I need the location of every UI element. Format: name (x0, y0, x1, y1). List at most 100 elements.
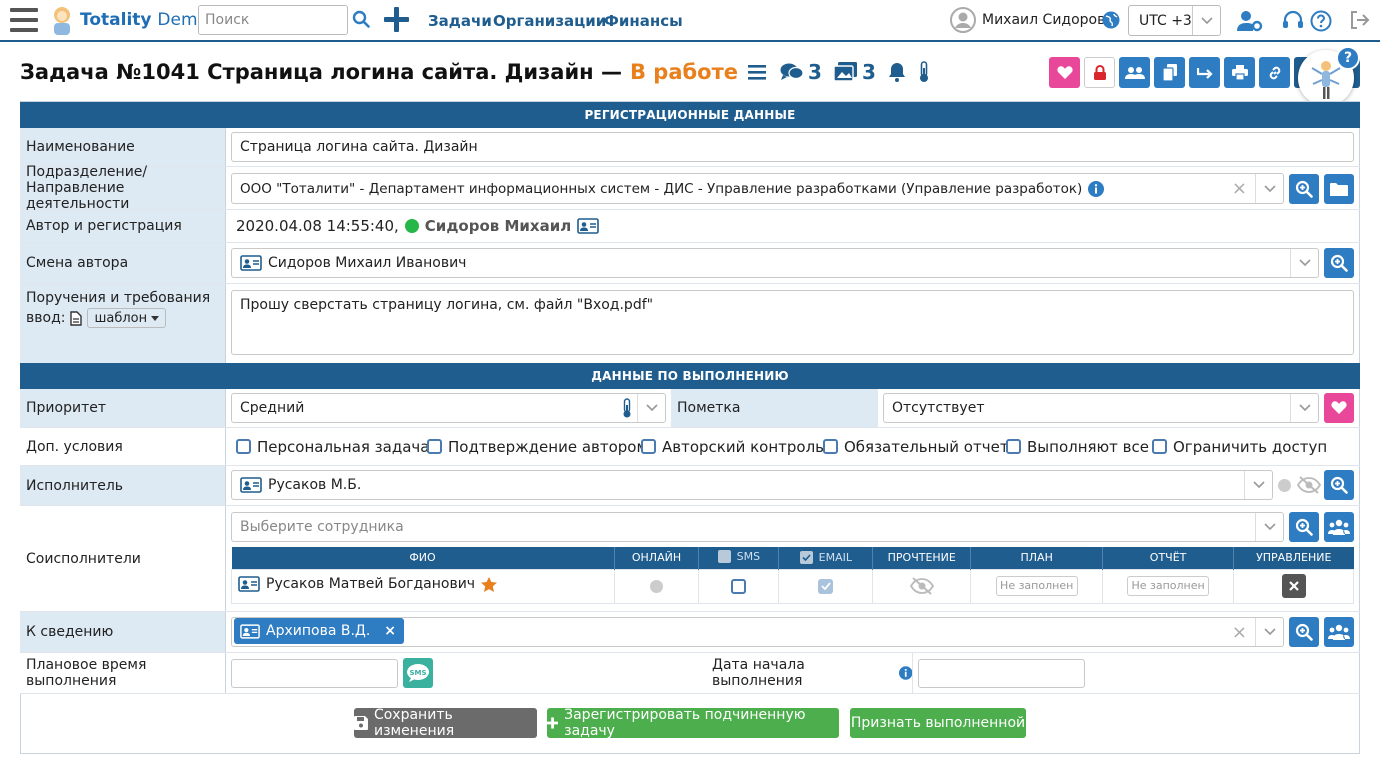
save-button[interactable]: Сохранить изменения (354, 707, 537, 739)
sms-button[interactable]: SMS (403, 658, 433, 688)
remove-button[interactable] (1281, 574, 1306, 598)
option-author-control[interactable]: Авторский контроль (641, 428, 824, 465)
chevron-down-icon[interactable] (1255, 174, 1283, 203)
option-personal-task[interactable]: Персональная задача (236, 428, 429, 465)
col-sms[interactable]: SMS (698, 547, 780, 569)
chevron-down-icon[interactable] (1255, 618, 1283, 646)
menu-icon[interactable] (10, 7, 38, 33)
contact-card-icon[interactable] (238, 576, 260, 592)
zoom-icon (1295, 623, 1313, 641)
print-button[interactable] (1224, 57, 1255, 88)
files-counter[interactable]: 3 (833, 60, 876, 84)
lock-button[interactable] (1084, 57, 1115, 88)
logout-icon[interactable] (1350, 11, 1370, 29)
link-button[interactable] (1259, 57, 1290, 88)
change-author-search-button[interactable] (1324, 248, 1354, 278)
info-icon[interactable] (1088, 180, 1105, 197)
priority-label: Приоритет (20, 389, 226, 427)
checkbox[interactable] (641, 439, 656, 454)
department-search-button[interactable] (1289, 174, 1319, 204)
timezone-value: UTC +3 (1139, 12, 1192, 29)
executor-search-button[interactable] (1324, 470, 1354, 500)
contact-card-icon[interactable] (577, 218, 600, 234)
timezone-select[interactable]: UTC +3 (1128, 5, 1221, 36)
checkbox[interactable] (236, 439, 251, 454)
chevron-down-icon[interactable] (1290, 394, 1318, 422)
report-input[interactable]: Не заполнен (1127, 576, 1210, 596)
checkbox[interactable] (1152, 439, 1167, 454)
nav-organizations[interactable]: Организации (493, 12, 606, 30)
participants-button[interactable] (1119, 57, 1150, 88)
comments-counter[interactable]: 3 (780, 60, 822, 84)
option-required-report[interactable]: Обязательный отчет (823, 428, 1009, 465)
user-menu[interactable]: Михаил Сидоров (950, 7, 1105, 33)
department-folder-button[interactable] (1324, 174, 1354, 204)
name-input[interactable]: Страница логина сайта. Дизайн (231, 132, 1354, 162)
option-author-confirmation[interactable]: Подтверждение автором (427, 428, 648, 465)
list-icon[interactable] (748, 64, 767, 80)
search-icon[interactable] (352, 10, 370, 28)
thermometer-icon[interactable] (918, 61, 930, 83)
document-icon[interactable] (70, 310, 83, 326)
coexec-select[interactable]: Выберите сотрудника (231, 512, 1284, 542)
priority-select[interactable]: Средний (231, 393, 666, 423)
help-icon[interactable] (1310, 10, 1332, 32)
coexec-name-cell: Русаков Матвей Богданович (231, 568, 615, 604)
bell-icon[interactable] (888, 62, 906, 82)
clear-icon[interactable]: × (1232, 622, 1247, 643)
nav-finance[interactable]: Финансы (604, 12, 683, 30)
executor-select[interactable]: Русаков М.Б. (231, 470, 1273, 500)
forward-button[interactable] (1189, 57, 1220, 88)
remove-tag-icon[interactable]: × (384, 623, 396, 639)
chevron-down-icon[interactable] (1290, 249, 1318, 277)
info-group-button[interactable] (1324, 617, 1354, 647)
instructions-textarea[interactable]: Прошу сверстать страницу логина, см. фай… (231, 290, 1354, 355)
globe-icon[interactable] (1102, 11, 1120, 29)
nav-tasks[interactable]: Задачи (428, 12, 492, 30)
checkbox[interactable] (717, 549, 731, 563)
search-input[interactable] (198, 5, 348, 35)
star-icon[interactable] (481, 576, 498, 592)
register-subtask-button[interactable]: Зарегистрировать подчиненную задачу (547, 707, 839, 739)
mark-select[interactable]: Отсутствует (883, 393, 1319, 423)
change-author-select[interactable]: Сидоров Михаил Иванович (231, 248, 1319, 278)
email-checkbox[interactable] (818, 578, 834, 594)
info-icon[interactable] (898, 666, 912, 680)
department-select[interactable]: ООО "Тоталити" - Департамент информацион… (231, 173, 1284, 204)
option-label: Ограничить доступ (1173, 437, 1328, 456)
plan-input[interactable]: Не заполнен (995, 576, 1078, 596)
chevron-down-icon[interactable] (1255, 513, 1283, 541)
logo[interactable]: Totality Demo (48, 5, 208, 35)
mark-done-button[interactable]: Признать выполненной (850, 708, 1026, 738)
thermometer-icon (623, 398, 631, 418)
plan-time-input[interactable] (231, 659, 398, 688)
start-date-input[interactable] (918, 659, 1085, 688)
checkbox[interactable] (823, 439, 838, 454)
user-settings-icon[interactable] (1237, 10, 1263, 32)
offline-status-icon (649, 579, 663, 593)
checkbox[interactable] (427, 439, 442, 454)
support-icon[interactable] (1282, 10, 1304, 32)
col-email[interactable]: EMAIL (778, 547, 874, 569)
chevron-down-icon[interactable] (637, 394, 665, 422)
checkbox[interactable] (1006, 439, 1021, 454)
row-author: Автор и регистрация 2020.04.08 14:55:40,… (20, 210, 1360, 243)
mark-color-button[interactable] (1324, 393, 1354, 423)
option-all-execute[interactable]: Выполняют все (1006, 428, 1149, 465)
copy-button[interactable] (1154, 57, 1185, 88)
option-restrict-access[interactable]: Ограничить доступ (1152, 428, 1327, 465)
coexec-group-button[interactable] (1324, 512, 1354, 542)
clear-icon[interactable]: × (1232, 178, 1247, 199)
info-tag[interactable]: Архипова В.Д. × (234, 618, 405, 644)
add-icon[interactable] (384, 7, 409, 32)
info-search-button[interactable] (1289, 617, 1319, 647)
favorite-button[interactable] (1049, 57, 1080, 88)
author-name[interactable]: Сидоров Михаил (425, 217, 571, 235)
template-dropdown[interactable]: шаблон (87, 308, 167, 328)
checkbox-checked[interactable] (799, 551, 813, 565)
task-title-text: Задача №1041 Страница логина сайта. Диза… (20, 60, 622, 84)
chevron-down-icon[interactable] (1244, 471, 1272, 499)
sms-checkbox[interactable] (731, 578, 747, 594)
coexec-search-button[interactable] (1289, 512, 1319, 542)
help-badge[interactable]: ? (1336, 46, 1360, 70)
